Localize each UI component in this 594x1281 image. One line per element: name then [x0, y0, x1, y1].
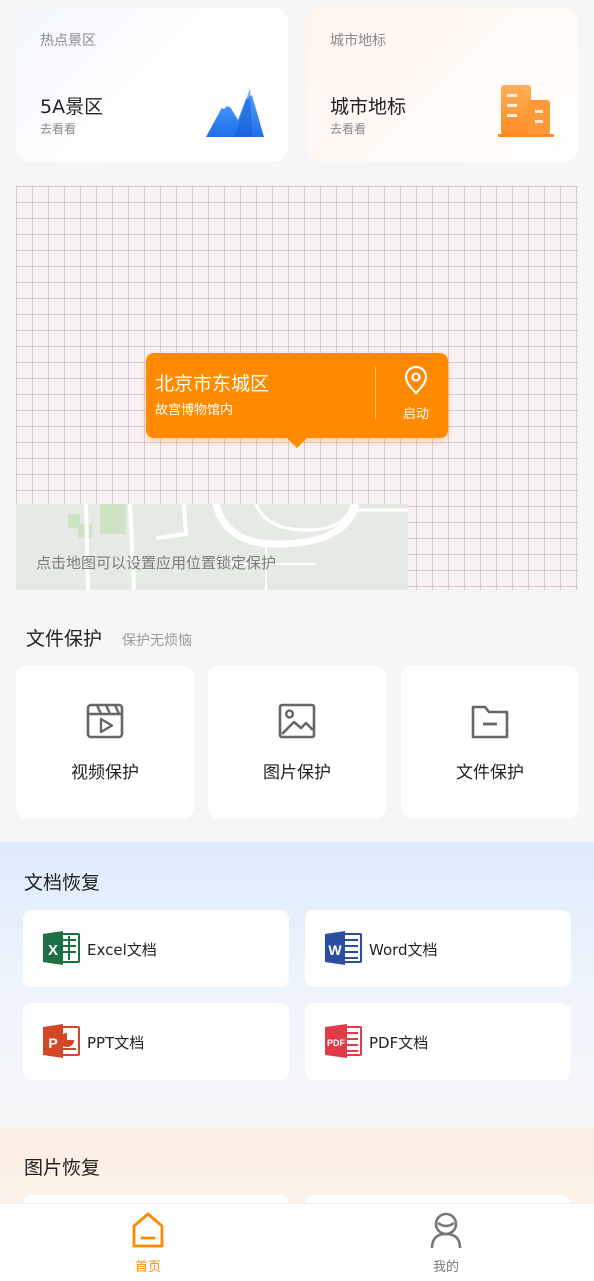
- image-protection-label: 图片保护: [263, 763, 331, 783]
- scenic-title: 5A景区: [40, 96, 104, 118]
- start-button[interactable]: 启动: [388, 365, 444, 422]
- image-icon: [278, 703, 316, 739]
- landmark-category: 城市地标: [330, 33, 386, 49]
- excel-doc-card[interactable]: X Excel文档: [23, 910, 289, 987]
- location-popup: 北京市东城区 故宫博物馆内 启动: [146, 353, 448, 448]
- map-roads: [68, 504, 408, 590]
- word-icon: W: [325, 931, 362, 965]
- ppt-icon: P: [43, 1024, 80, 1058]
- mountain-icon: [206, 88, 264, 137]
- popup-divider: [375, 367, 376, 419]
- ppt-doc-label: PPT文档: [87, 1034, 145, 1052]
- profile-icon: [430, 1212, 462, 1249]
- svg-text:W: W: [328, 942, 342, 958]
- landmark-card[interactable]: 城市地标 城市地标 去看看: [306, 8, 578, 162]
- building-icon: [498, 85, 554, 137]
- folder-icon: [471, 705, 509, 739]
- image-protection-card[interactable]: 图片保护: [208, 665, 386, 819]
- pdf-icon: PDF: [325, 1024, 362, 1058]
- scenic-category: 热点景区: [40, 33, 96, 49]
- location-city: 北京市东城区: [155, 373, 270, 395]
- doc-recovery-title: 文档恢复: [24, 872, 101, 894]
- ppt-doc-card[interactable]: P PPT文档: [23, 1003, 289, 1080]
- file-protection-subtitle: 保护无烦恼: [122, 633, 192, 649]
- doc-recovery-section: 文档恢复 X Excel文档 W Word文档 P PPT文档 PDF PDF文…: [0, 842, 594, 1104]
- word-doc-card[interactable]: W Word文档: [305, 910, 571, 987]
- image-recovery-title: 图片恢复: [24, 1157, 101, 1179]
- pdf-doc-card[interactable]: PDF PDF文档: [305, 1003, 571, 1080]
- file-protection-title: 文件保护: [26, 628, 103, 650]
- scenic-action[interactable]: 去看看: [40, 120, 76, 137]
- file-protection-label: 文件保护: [456, 763, 524, 783]
- svg-text:PDF: PDF: [327, 1038, 346, 1048]
- location-place: 故宫博物馆内: [155, 403, 234, 418]
- location-pin-icon: [404, 365, 428, 395]
- bottom-nav: 首页 我的: [0, 1203, 594, 1281]
- nav-profile-label: 我的: [432, 1260, 459, 1275]
- svg-text:P: P: [48, 1035, 57, 1051]
- popup-pointer: [287, 438, 307, 448]
- map-hint: 点击地图可以设置应用位置锁定保护: [36, 554, 277, 572]
- nav-home[interactable]: 首页: [78, 1204, 218, 1281]
- video-protection-label: 视频保护: [71, 763, 139, 783]
- home-icon: [132, 1212, 164, 1248]
- excel-icon: X: [43, 931, 80, 965]
- pdf-doc-label: PDF文档: [369, 1034, 429, 1052]
- video-protection-card[interactable]: 视频保护: [16, 665, 194, 819]
- scenic-card[interactable]: 热点景区 5A景区 去看看: [16, 8, 288, 162]
- word-doc-label: Word文档: [369, 941, 438, 959]
- file-protection-card[interactable]: 文件保护: [401, 665, 579, 819]
- excel-doc-label: Excel文档: [87, 941, 157, 959]
- landmark-title: 城市地标: [330, 96, 407, 118]
- svg-text:X: X: [48, 942, 58, 959]
- nav-home-label: 首页: [134, 1260, 161, 1275]
- landmark-action[interactable]: 去看看: [330, 120, 366, 137]
- nav-profile[interactable]: 我的: [376, 1204, 516, 1281]
- map-tile: [16, 504, 408, 590]
- start-label: 启动: [402, 407, 429, 422]
- video-icon: [86, 703, 124, 739]
